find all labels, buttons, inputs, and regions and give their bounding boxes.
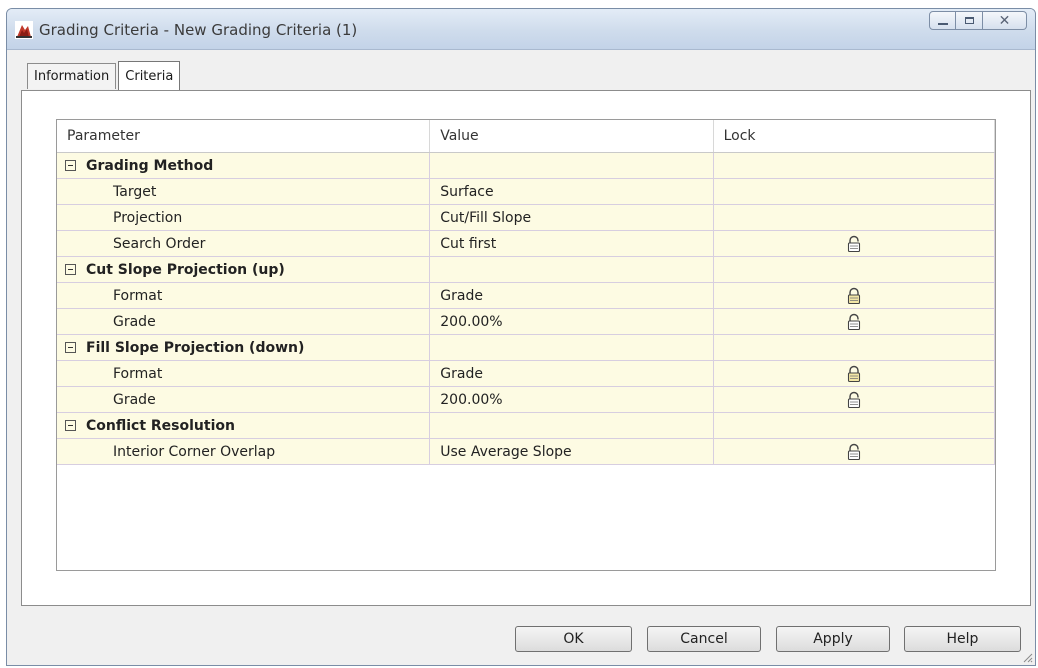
- parameter-cell: Grade: [57, 387, 431, 412]
- parameter-cell: Cut Slope Projection (up): [57, 257, 431, 282]
- table-row[interactable]: Grade 200.00%: [57, 387, 995, 413]
- help-button[interactable]: Help: [904, 626, 1021, 652]
- value-cell[interactable]: Cut first: [430, 231, 714, 256]
- lock-open-icon[interactable]: [846, 391, 862, 409]
- value-cell: [430, 257, 714, 282]
- parameter-cell: Fill Slope Projection (down): [57, 335, 431, 360]
- table-row[interactable]: Projection Cut/Fill Slope: [57, 205, 995, 231]
- group-row[interactable]: Cut Slope Projection (up): [57, 257, 995, 283]
- window-title: Grading Criteria - New Grading Criteria …: [39, 21, 358, 39]
- apply-button[interactable]: Apply: [776, 626, 890, 652]
- dialog-window: Grading Criteria - New Grading Criteria …: [6, 8, 1036, 666]
- parameter-label: Search Order: [113, 235, 206, 252]
- value-cell: [430, 413, 714, 438]
- parameter-cell: Grade: [57, 309, 431, 334]
- parameter-cell: Projection: [57, 205, 431, 230]
- parameter-label: Format: [113, 365, 163, 382]
- lock-cell[interactable]: [714, 387, 995, 412]
- title-bar[interactable]: Grading Criteria - New Grading Criteria …: [7, 9, 1035, 50]
- value-cell[interactable]: Surface: [430, 179, 714, 204]
- column-header-lock[interactable]: Lock: [714, 120, 995, 152]
- lock-open-icon[interactable]: [846, 313, 862, 331]
- lock-closed-icon[interactable]: [846, 287, 862, 305]
- dialog-buttons: OK Cancel Apply Help: [515, 626, 1021, 652]
- table-row[interactable]: Format Grade: [57, 283, 995, 309]
- lock-open-icon[interactable]: [846, 443, 862, 461]
- lock-cell: [714, 153, 995, 178]
- resize-grip-icon[interactable]: [1021, 651, 1033, 663]
- maximize-icon: [964, 17, 974, 24]
- value-cell[interactable]: Grade: [430, 283, 714, 308]
- tab-information[interactable]: Information: [27, 63, 117, 89]
- tab-criteria[interactable]: Criteria: [118, 61, 181, 91]
- collapse-icon[interactable]: [65, 342, 76, 353]
- lock-cell[interactable]: [714, 439, 995, 464]
- collapse-icon[interactable]: [65, 160, 76, 171]
- cancel-button[interactable]: Cancel: [647, 626, 761, 652]
- maximize-button[interactable]: [956, 11, 983, 30]
- table-row[interactable]: Search Order Cut first: [57, 231, 995, 257]
- lock-cell: [714, 205, 995, 230]
- collapse-icon[interactable]: [65, 420, 76, 431]
- group-row[interactable]: Grading Method: [57, 153, 995, 179]
- window-controls: ✕: [929, 11, 1027, 30]
- group-row[interactable]: Fill Slope Projection (down): [57, 335, 995, 361]
- parameter-label: Conflict Resolution: [86, 417, 235, 434]
- value-cell[interactable]: 200.00%: [430, 387, 714, 412]
- parameter-label: Format: [113, 287, 163, 304]
- criteria-grid: Parameter Value Lock Grading Method Targe…: [56, 119, 996, 571]
- parameter-label: Fill Slope Projection (down): [86, 339, 305, 356]
- group-row[interactable]: Conflict Resolution: [57, 413, 995, 439]
- parameter-label: Grade: [113, 391, 156, 408]
- parameter-label: Grade: [113, 313, 156, 330]
- lock-cell[interactable]: [714, 231, 995, 256]
- parameter-cell: Format: [57, 361, 431, 386]
- table-row[interactable]: Interior Corner Overlap Use Average Slope: [57, 439, 995, 465]
- table-row[interactable]: Format Grade: [57, 361, 995, 387]
- minimize-icon: [937, 22, 948, 25]
- parameter-label: Cut Slope Projection (up): [86, 261, 285, 278]
- criteria-tab-panel: Parameter Value Lock Grading Method Targe…: [21, 90, 1031, 606]
- column-header-parameter[interactable]: Parameter: [57, 120, 431, 152]
- column-header-value[interactable]: Value: [430, 120, 714, 152]
- parameter-label: Grading Method: [86, 157, 214, 174]
- app-logo-icon: [15, 21, 33, 39]
- value-cell: [430, 335, 714, 360]
- lock-closed-icon[interactable]: [846, 365, 862, 383]
- lock-cell[interactable]: [714, 309, 995, 334]
- grid-header: Parameter Value Lock: [57, 120, 995, 153]
- lock-open-icon[interactable]: [846, 235, 862, 253]
- parameter-cell: Target: [57, 179, 431, 204]
- table-row[interactable]: Target Surface: [57, 179, 995, 205]
- parameter-cell: Conflict Resolution: [57, 413, 431, 438]
- lock-cell[interactable]: [714, 283, 995, 308]
- parameter-label: Interior Corner Overlap: [113, 443, 276, 460]
- parameter-label: Target: [113, 183, 157, 200]
- parameter-cell: Interior Corner Overlap: [57, 439, 431, 464]
- parameter-cell: Grading Method: [57, 153, 431, 178]
- collapse-icon[interactable]: [65, 264, 76, 275]
- value-cell: [430, 153, 714, 178]
- minimize-button[interactable]: [929, 11, 956, 30]
- table-row[interactable]: Grade 200.00%: [57, 309, 995, 335]
- value-cell[interactable]: Grade: [430, 361, 714, 386]
- lock-cell: [714, 179, 995, 204]
- parameter-cell: Search Order: [57, 231, 431, 256]
- value-cell[interactable]: Cut/Fill Slope: [430, 205, 714, 230]
- close-button[interactable]: ✕: [983, 11, 1027, 30]
- value-cell[interactable]: 200.00%: [430, 309, 714, 334]
- parameter-cell: Format: [57, 283, 431, 308]
- ok-button[interactable]: OK: [515, 626, 632, 652]
- value-cell[interactable]: Use Average Slope: [430, 439, 714, 464]
- lock-cell: [714, 257, 995, 282]
- lock-cell: [714, 335, 995, 360]
- close-icon: ✕: [998, 12, 1011, 29]
- tab-strip: Information Criteria: [27, 61, 181, 91]
- lock-cell[interactable]: [714, 361, 995, 386]
- lock-cell: [714, 413, 995, 438]
- parameter-label: Projection: [113, 209, 183, 226]
- grid-body: Grading Method Target Surface Projection Cut…: [57, 153, 995, 465]
